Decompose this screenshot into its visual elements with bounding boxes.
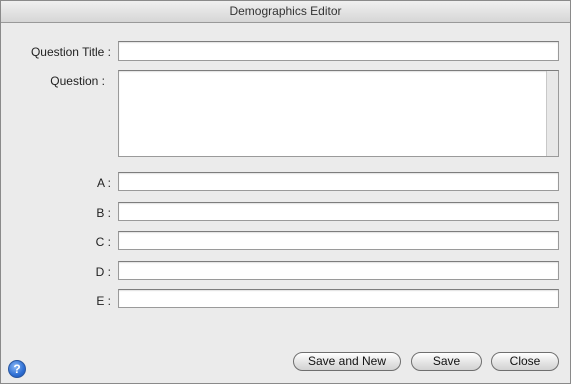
question-scrollbar[interactable]: [546, 71, 558, 156]
question-label: Question :: [50, 74, 105, 88]
question-title-input[interactable]: [118, 41, 559, 61]
option-c-input[interactable]: [118, 231, 559, 250]
option-a-label: A :: [96, 176, 111, 190]
option-d-input[interactable]: [118, 261, 559, 280]
option-a-input[interactable]: [118, 172, 559, 191]
option-c-label: C :: [95, 235, 111, 249]
close-button[interactable]: Close: [491, 352, 559, 371]
question-textarea[interactable]: [118, 70, 559, 157]
option-b-label: B :: [96, 206, 111, 220]
question-textarea-container: [118, 70, 559, 157]
option-b-input[interactable]: [118, 202, 559, 221]
help-question-icon: ?: [13, 362, 21, 376]
save-and-new-button[interactable]: Save and New: [293, 352, 401, 371]
save-button[interactable]: Save: [411, 352, 482, 371]
window-title: Demographics Editor: [1, 1, 570, 23]
option-e-label: E :: [96, 294, 111, 308]
option-e-input[interactable]: [118, 289, 559, 308]
demographics-editor-window: Demographics Editor Question Title : Que…: [0, 0, 571, 384]
option-d-label: D :: [95, 265, 111, 279]
help-button[interactable]: ?: [8, 360, 26, 378]
question-title-label: Question Title :: [30, 45, 111, 59]
